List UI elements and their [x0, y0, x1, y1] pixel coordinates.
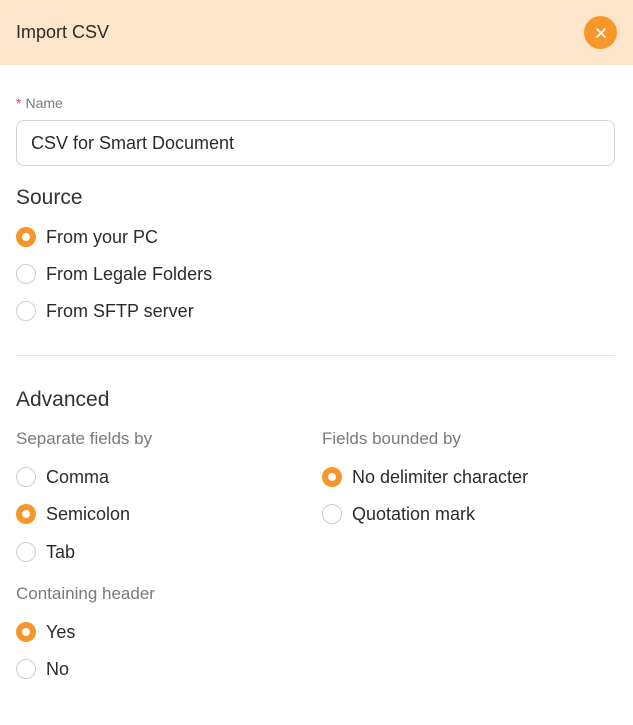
required-mark: *	[16, 95, 22, 111]
source-title: Source	[16, 186, 83, 209]
name-label: * Name	[16, 95, 63, 111]
separate-fields-label: Separate fields by	[16, 429, 153, 448]
source-option-legale-folders[interactable]: From Legale Folders	[16, 262, 212, 286]
name-label-text: Name	[25, 95, 63, 111]
section-divider	[16, 355, 615, 356]
bounded-option-quotation-mark[interactable]: Quotation mark	[322, 502, 475, 526]
radio-button[interactable]	[16, 542, 36, 562]
containing-header-label: Containing header	[16, 584, 155, 603]
radio-label: Semicolon	[46, 503, 131, 524]
radio-label: From SFTP server	[46, 300, 194, 321]
radio-button[interactable]	[322, 467, 342, 487]
radio-label: From Legale Folders	[46, 263, 213, 284]
radio-button[interactable]	[16, 467, 36, 487]
radio-label: From your PC	[46, 226, 159, 247]
radio-button[interactable]	[16, 622, 36, 642]
fields-bounded-label: Fields bounded by	[322, 429, 461, 448]
close-button[interactable]	[584, 16, 617, 49]
advanced-title: Advanced	[16, 388, 110, 411]
name-input[interactable]	[16, 120, 615, 166]
separator-option-comma[interactable]: Comma	[16, 465, 109, 489]
radio-button[interactable]	[16, 301, 36, 321]
radio-label: No delimiter character	[352, 466, 529, 487]
radio-button[interactable]	[16, 659, 36, 679]
radio-label: Quotation mark	[352, 503, 476, 524]
separator-option-semicolon[interactable]: Semicolon	[16, 502, 130, 526]
dialog-title: Import CSV	[16, 22, 110, 42]
radio-label: Tab	[46, 541, 76, 562]
radio-label: Comma	[46, 466, 110, 487]
dialog-header: Import CSV	[0, 0, 633, 65]
radio-button[interactable]	[16, 504, 36, 524]
radio-label: Yes	[46, 621, 76, 642]
radio-button[interactable]	[16, 227, 36, 247]
header-option-no[interactable]: No	[16, 657, 69, 681]
import-csv-dialog: Import CSV *Name Source From your PC Fro…	[0, 0, 633, 725]
header-option-yes[interactable]: Yes	[16, 620, 75, 644]
separator-option-tab[interactable]: Tab	[16, 540, 75, 564]
radio-button[interactable]	[322, 504, 342, 524]
bounded-option-no-delimiter[interactable]: No delimiter character	[322, 465, 528, 489]
radio-label: No	[46, 658, 70, 679]
source-option-sftp[interactable]: From SFTP server	[16, 299, 194, 323]
radio-button[interactable]	[16, 264, 36, 284]
source-option-pc[interactable]: From your PC	[16, 225, 158, 249]
close-icon	[595, 27, 606, 38]
